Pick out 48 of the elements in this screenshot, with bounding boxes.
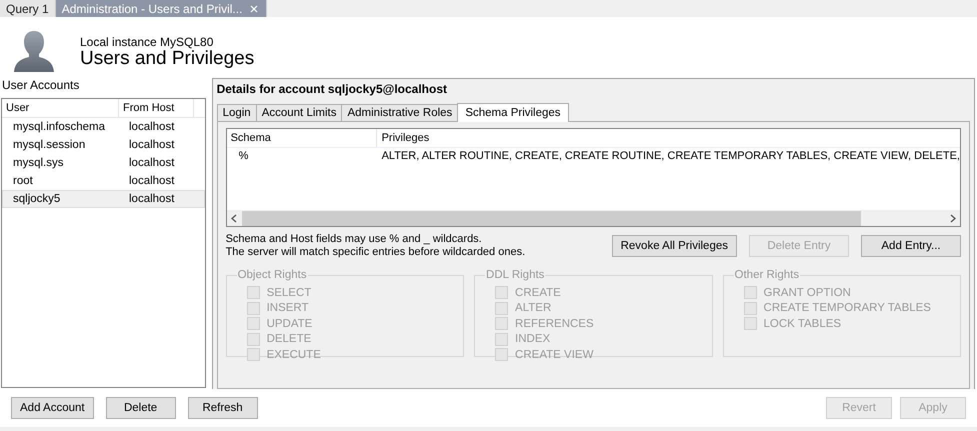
table-cell-text: % [238,150,250,162]
checkbox-label: ALTER [515,302,552,314]
close-icon[interactable] [250,4,258,12]
checkbox-label: DELETE [266,333,312,346]
hint-text: The server will match specific entries before wildcarded ones. [226,246,526,259]
checkbox-label: INDEX [515,333,550,346]
account-row[interactable]: mysql.infoschema localhost [2,118,205,136]
tab[interactable]: Administrative Roles [341,104,458,121]
section-title: User Accounts [1,77,80,94]
table-cell-text: ALTER, ALTER ROUTINE, CREATE, CREATE ROUTINE, CREATE TEMPORARY TABLES, CREATE VIEW, DELETE, [380,150,960,162]
tab[interactable]: Account Limits [256,104,342,121]
column-header[interactable]: User [2,99,119,117]
column-header[interactable]: Privileges [376,132,430,144]
checkbox-label: CREATE VIEW [515,348,594,361]
scroll-left-icon[interactable] [230,214,239,222]
checkbox-label: INSERT [266,302,309,314]
action-button[interactable]: Delete [106,397,176,419]
tab[interactable]: Login [216,104,257,121]
checkbox-label: GRANT OPTION [764,286,851,299]
action-button[interactable]: Revoke All Privileges [612,235,737,257]
scroll-right-icon[interactable] [948,214,957,222]
column-header[interactable]: From Host [119,99,194,117]
account-row[interactable]: mysql.session localhost [2,136,205,154]
account-row[interactable]: sqljocky5 localhost [2,190,205,208]
instance-label: Local instance MySQL80 [80,34,214,48]
page-title: Users and Privileges [80,48,254,70]
hint-text: Schema and Host fields may use % and _ wildcards. [226,233,483,246]
group-title: DDL Rights [485,269,546,281]
checkbox-label: CREATE TEMPORARY TABLES [764,302,931,314]
checkbox-label: EXECUTE [266,348,321,361]
details-title: Details for account sqljocky5@localhost [216,81,448,98]
column-header[interactable]: Schema [226,129,377,147]
action-button[interactable]: Add Entry... [861,235,961,257]
action-button[interactable]: Add Account [11,397,94,419]
user-silhouette-icon [12,29,56,73]
checkbox-label: SELECT [266,286,312,299]
account-row[interactable]: mysql.sys localhost [2,154,205,172]
document-tab[interactable]: Query 1 [0,0,56,17]
group-title: Other Rights [734,269,800,281]
horizontal-scrollbar[interactable] [226,210,960,226]
tab[interactable]: Schema Privileges [457,103,569,122]
checkbox-label: LOCK TABLES [764,318,842,330]
group-title: Object Rights [236,269,308,281]
checkbox-label: UPDATE [266,318,312,330]
action-button[interactable]: Refresh [188,397,258,419]
account-row[interactable]: root localhost [2,172,205,190]
checkbox-label: CREATE [515,286,561,299]
checkbox-label: REFERENCES [515,318,594,330]
